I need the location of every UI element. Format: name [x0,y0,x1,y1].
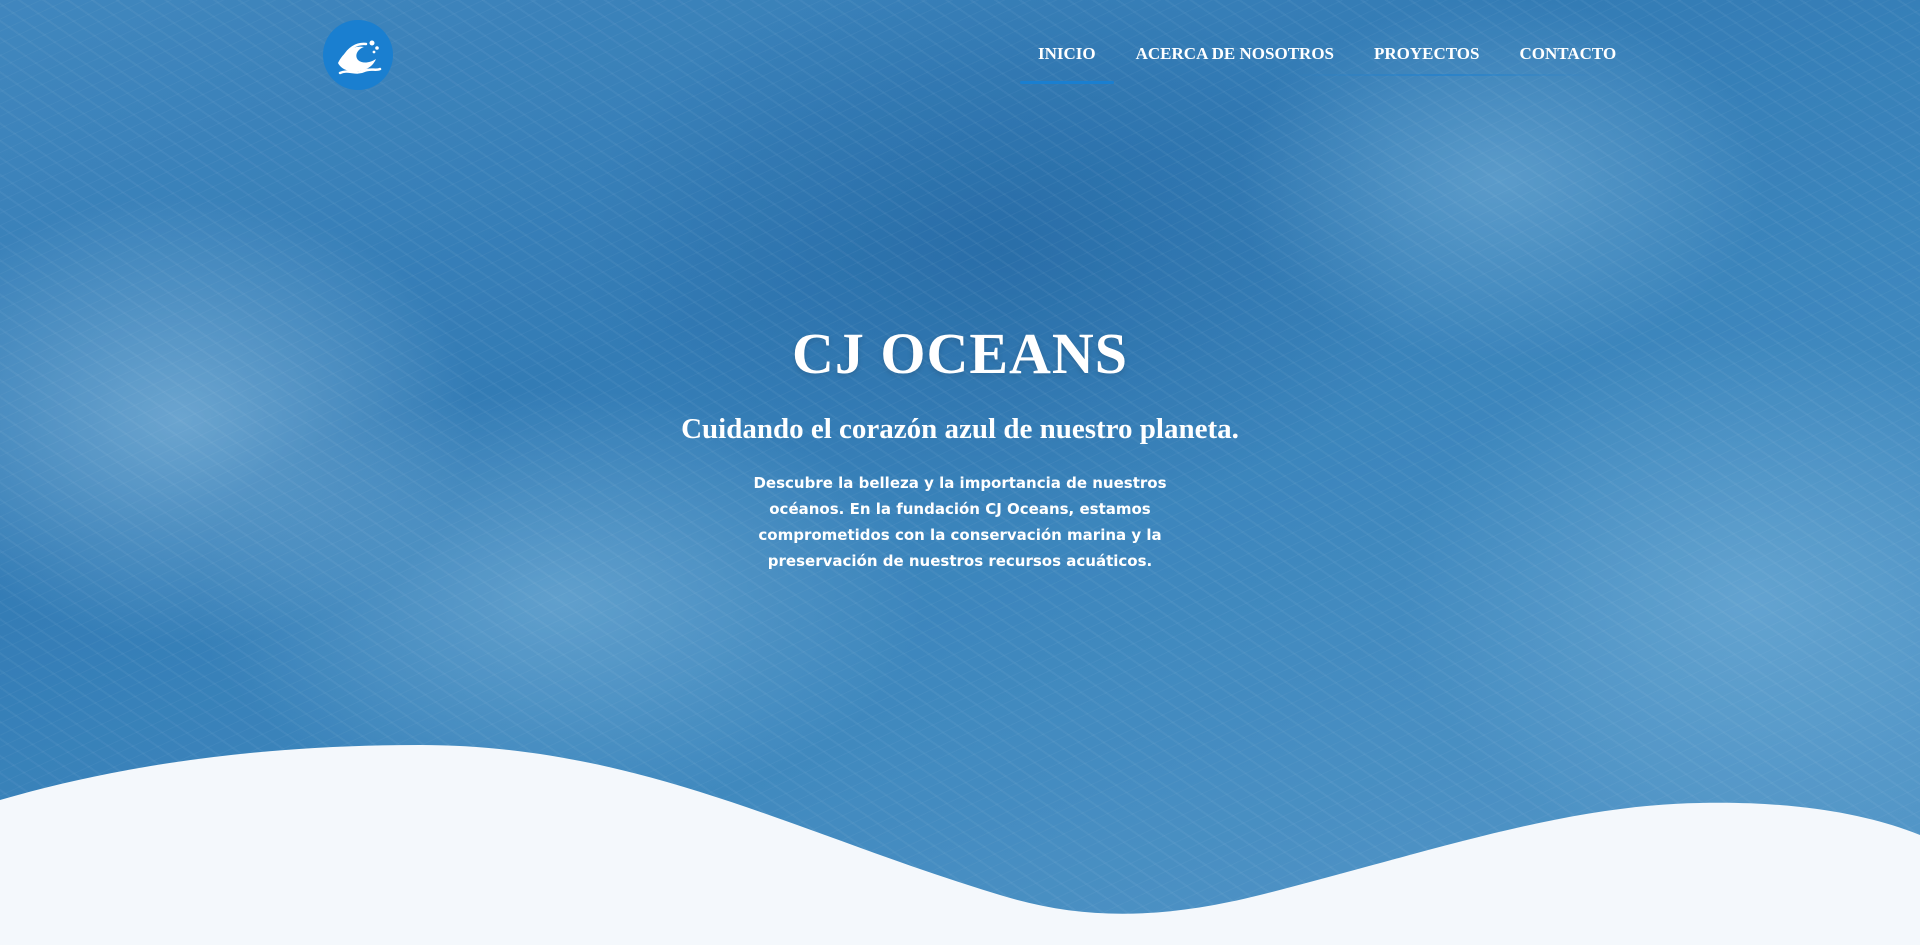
hero-section: INICIO ACERCA DE NOSOTROS PROYECTOS CONT… [0,0,1920,945]
nav-item-proyectos[interactable]: PROYECTOS [1354,40,1500,84]
nav-item-acerca-de-nosotros[interactable]: ACERCA DE NOSOTROS [1116,40,1354,84]
page-title: CJ OCEANS [791,321,1129,386]
hero-content: CJ OCEANS Cuidando el corazón azul de nu… [0,320,1920,574]
main-nav: INICIO ACERCA DE NOSOTROS PROYECTOS CONT… [1018,40,1636,84]
wave-divider [0,745,1920,945]
logo[interactable] [323,20,393,90]
wave-icon [338,40,382,75]
hero-subtitle: Cuidando el corazón azul de nuestro plan… [681,413,1239,445]
nav-item-contacto[interactable]: CONTACTO [1500,40,1637,84]
nav-item-inicio[interactable]: INICIO [1018,40,1116,84]
nav-divider [1290,74,1600,76]
hero-description: Descubre la belleza y la importancia de … [753,474,1167,570]
